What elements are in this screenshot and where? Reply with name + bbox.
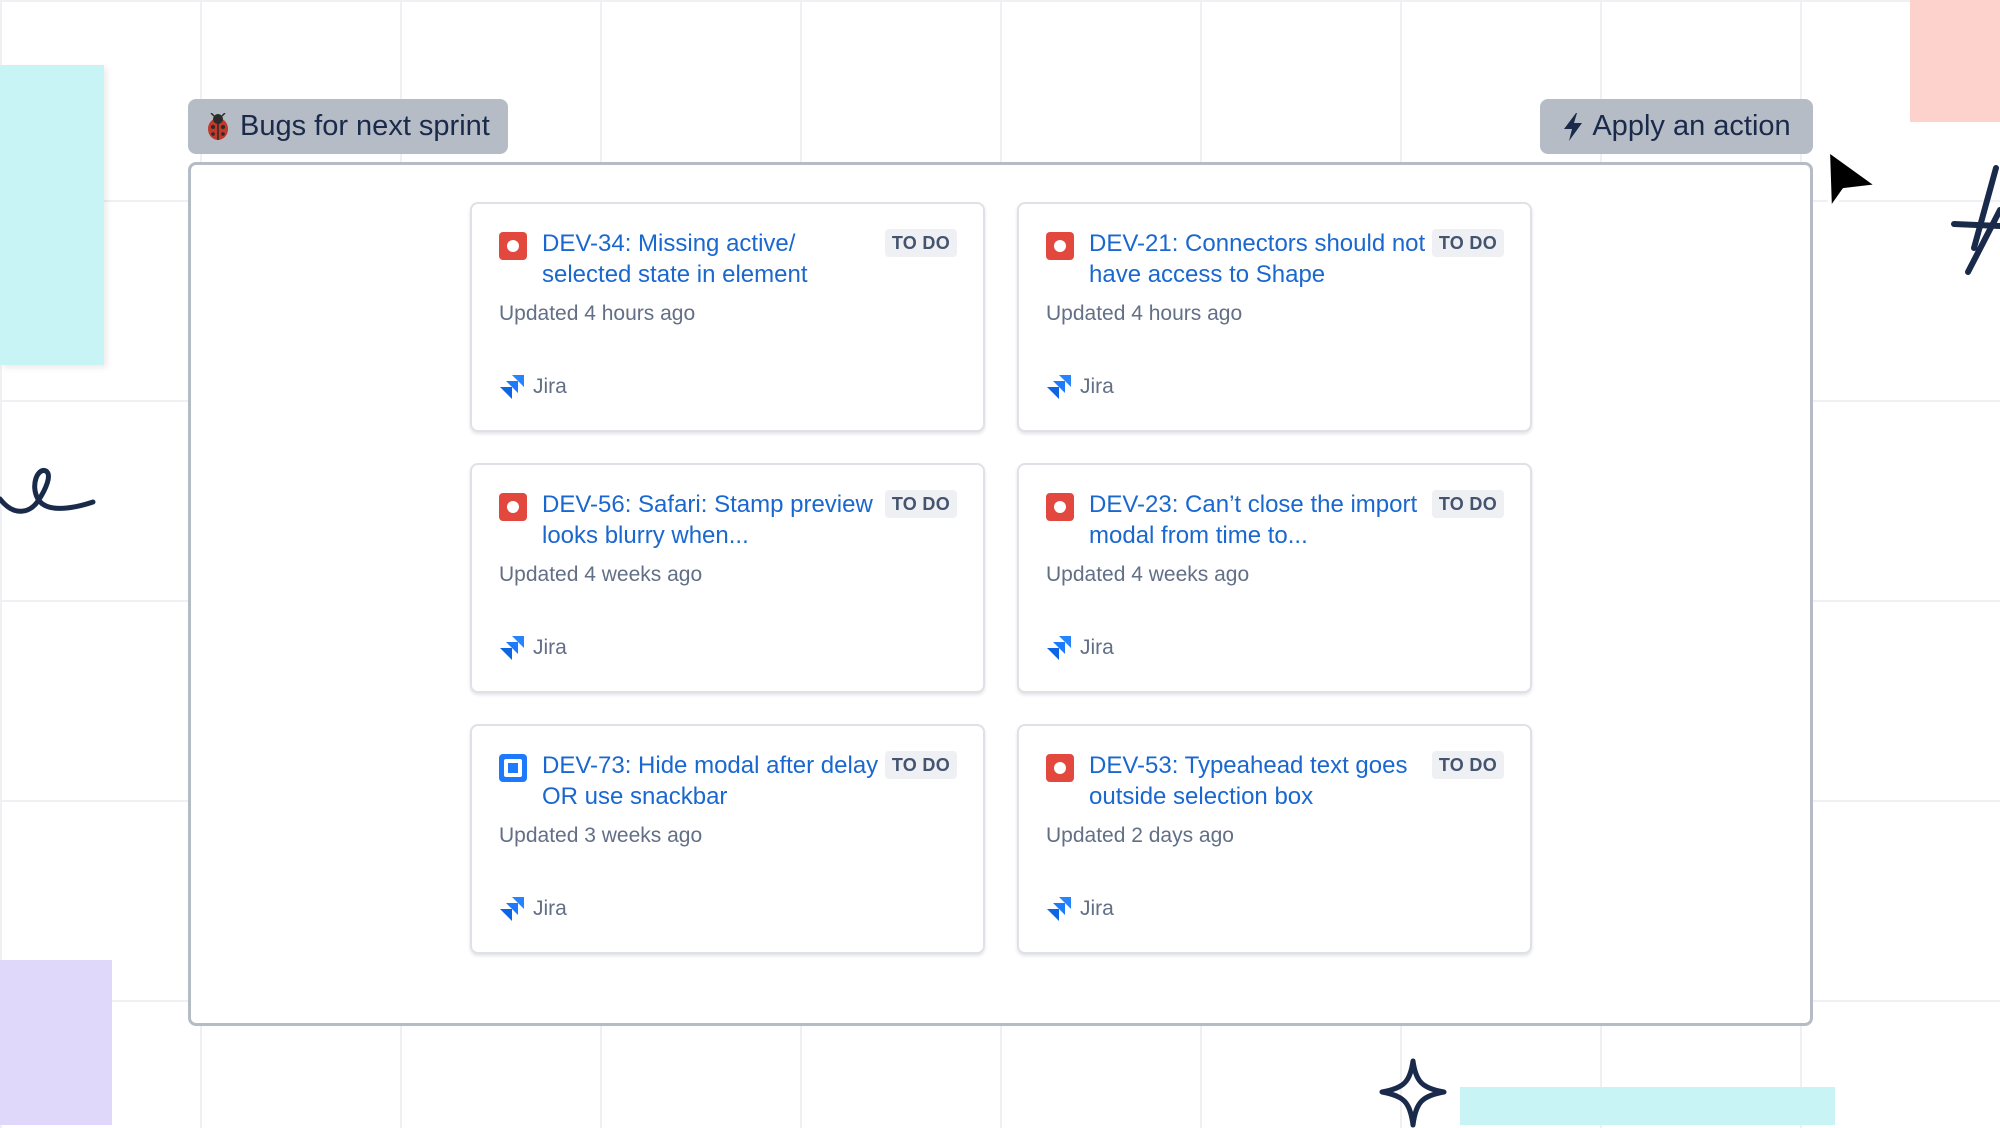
source-label: Jira xyxy=(499,374,567,400)
source-name: Jira xyxy=(1080,897,1114,920)
updated-timestamp: Updated 4 hours ago xyxy=(499,302,696,325)
issue-title-link[interactable]: DEV-23: Can’t close the import modal fro… xyxy=(1089,489,1429,551)
issue-title-link[interactable]: DEV-21: Connectors should not have acces… xyxy=(1089,228,1429,290)
issue-card[interactable]: DEV-34: Missing active/ selected state i… xyxy=(470,202,985,432)
issue-card[interactable]: DEV-23: Can’t close the import modal fro… xyxy=(1017,463,1532,693)
issue-title-link[interactable]: DEV-73: Hide modal after delay OR use sn… xyxy=(542,750,882,812)
updated-timestamp: Updated 2 days ago xyxy=(1046,824,1234,847)
task-issue-icon xyxy=(499,754,527,782)
frame-title[interactable]: Bugs for next sprint xyxy=(188,99,508,154)
sticky-note-cyan-bottom[interactable] xyxy=(1460,1087,1835,1125)
mouse-cursor-icon xyxy=(1826,148,1880,212)
issue-title-link[interactable]: DEV-53: Typeahead text goes outside sele… xyxy=(1089,750,1429,812)
bug-issue-icon xyxy=(499,232,527,260)
status-badge: TO DO xyxy=(884,490,957,518)
updated-timestamp: Updated 4 hours ago xyxy=(1046,302,1243,325)
sparkle-doodle[interactable] xyxy=(1378,1058,1448,1128)
bug-issue-icon xyxy=(1046,232,1074,260)
issue-card[interactable]: DEV-56: Safari: Stamp preview looks blur… xyxy=(470,463,985,693)
source-name: Jira xyxy=(1080,375,1114,398)
star-doodle[interactable] xyxy=(1946,160,2000,280)
issue-card[interactable]: DEV-21: Connectors should not have acces… xyxy=(1017,202,1532,432)
source-name: Jira xyxy=(533,375,567,398)
updated-timestamp: Updated 4 weeks ago xyxy=(499,563,703,586)
bug-issue-icon xyxy=(1046,754,1074,782)
source-name: Jira xyxy=(533,636,567,659)
lightning-bolt-icon xyxy=(1562,112,1584,142)
jira-icon xyxy=(499,374,525,400)
squiggle-doodle[interactable] xyxy=(0,455,100,525)
bug-issue-icon xyxy=(499,493,527,521)
issue-title-link[interactable]: DEV-34: Missing active/ selected state i… xyxy=(542,228,882,290)
apply-action-label: Apply an action xyxy=(1592,110,1791,142)
jira-icon xyxy=(1046,374,1072,400)
source-label: Jira xyxy=(1046,374,1114,400)
status-badge: TO DO xyxy=(884,751,957,779)
source-label: Jira xyxy=(499,635,567,661)
apply-action-button[interactable]: Apply an action xyxy=(1540,99,1813,154)
updated-timestamp: Updated 4 weeks ago xyxy=(1046,563,1250,586)
status-badge: TO DO xyxy=(884,229,957,257)
jira-icon xyxy=(499,635,525,661)
sticky-note-cyan[interactable] xyxy=(0,65,104,365)
source-label: Jira xyxy=(1046,896,1114,922)
jira-issues-frame[interactable]: DEV-34: Missing active/ selected state i… xyxy=(188,162,1813,1026)
updated-timestamp: Updated 3 weeks ago xyxy=(499,824,703,847)
issue-card[interactable]: DEV-53: Typeahead text goes outside sele… xyxy=(1017,724,1532,954)
status-badge: TO DO xyxy=(1431,751,1504,779)
source-name: Jira xyxy=(1080,636,1114,659)
source-label: Jira xyxy=(1046,635,1114,661)
source-name: Jira xyxy=(533,897,567,920)
jira-icon xyxy=(1046,635,1072,661)
status-badge: TO DO xyxy=(1431,490,1504,518)
sticky-note-pink[interactable] xyxy=(1910,0,2000,122)
frame-title-label: Bugs for next sprint xyxy=(240,110,490,142)
status-badge: TO DO xyxy=(1431,229,1504,257)
jira-icon xyxy=(1046,896,1072,922)
source-label: Jira xyxy=(499,896,567,922)
issue-title-link[interactable]: DEV-56: Safari: Stamp preview looks blur… xyxy=(542,489,882,551)
issue-card[interactable]: DEV-73: Hide modal after delay OR use sn… xyxy=(470,724,985,954)
sticky-note-purple[interactable] xyxy=(0,960,112,1125)
bug-issue-icon xyxy=(1046,493,1074,521)
ladybug-icon xyxy=(204,112,232,141)
jira-icon xyxy=(499,896,525,922)
